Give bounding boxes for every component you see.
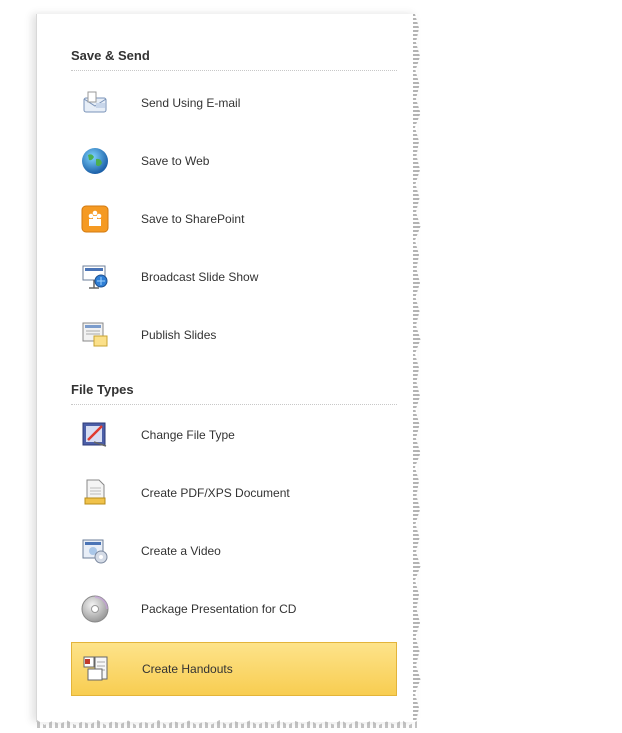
menu-item-label: Save to Web [141,154,210,168]
menu-item-save-to-sharepoint[interactable]: Save to SharePoint [71,192,397,246]
email-icon [79,87,111,119]
menu-item-package-for-cd[interactable]: Package Presentation for CD [71,582,397,636]
handouts-icon [80,653,112,685]
menu-item-label: Create PDF/XPS Document [141,486,290,500]
torn-edge-right [413,14,421,722]
menu-item-publish-slides[interactable]: Publish Slides [71,308,397,362]
menu-item-change-file-type[interactable]: Change File Type [71,408,397,462]
menu-item-label: Publish Slides [141,328,217,342]
cd-icon [79,593,111,625]
menu-item-save-to-web[interactable]: Save to Web [71,134,397,188]
menu-item-send-email[interactable]: Send Using E-mail [71,76,397,130]
section-divider [71,70,397,71]
torn-edge-bottom [37,720,417,728]
video-icon [79,535,111,567]
menu-item-label: Create a Video [141,544,221,558]
menu-item-broadcast-slide-show[interactable]: Broadcast Slide Show [71,250,397,304]
menu-item-label: Broadcast Slide Show [141,270,259,284]
menu-item-label: Change File Type [141,428,235,442]
change-file-type-icon [79,419,111,451]
globe-icon [79,145,111,177]
menu-item-label: Send Using E-mail [141,96,241,110]
sharepoint-icon [79,203,111,235]
publish-slides-icon [79,319,111,351]
section-divider [71,404,397,405]
backstage-save-send-panel: Save & Send Send Using E-mail Save to We… [36,14,421,728]
section-header-file-types: File Types [71,382,134,397]
menu-item-label: Package Presentation for CD [141,602,297,616]
section-header-save-send: Save & Send [71,48,150,63]
menu-item-label: Create Handouts [142,662,233,676]
pdf-document-icon [79,477,111,509]
menu-item-create-pdf-xps[interactable]: Create PDF/XPS Document [71,466,397,520]
menu-item-create-video[interactable]: Create a Video [71,524,397,578]
menu-item-label: Save to SharePoint [141,212,245,226]
broadcast-icon [79,261,111,293]
menu-item-create-handouts[interactable]: Create Handouts [71,642,397,696]
